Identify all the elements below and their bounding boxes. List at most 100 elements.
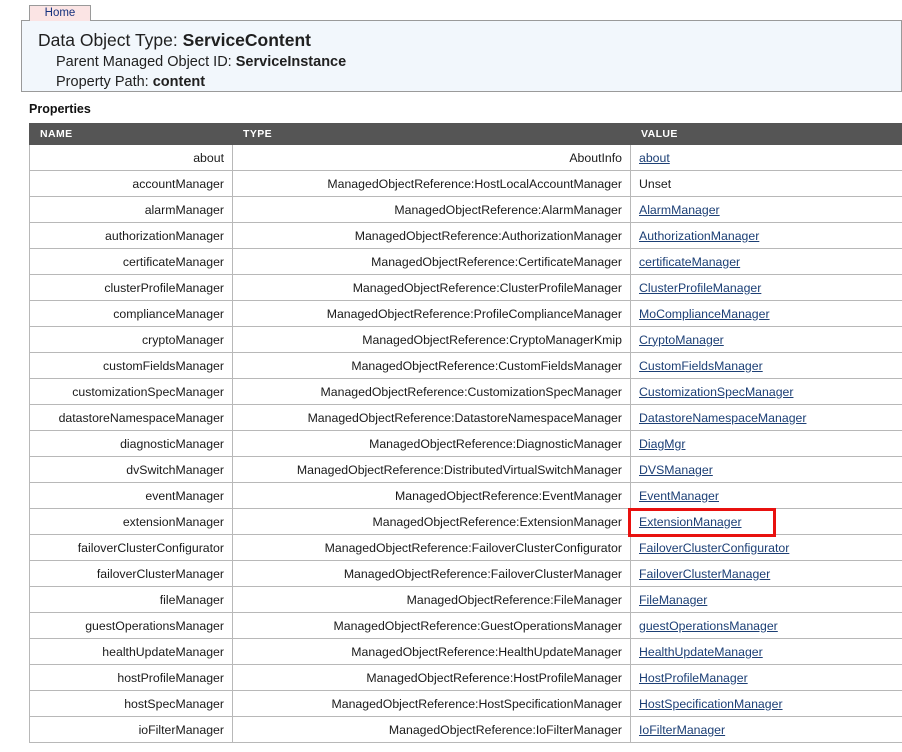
cell-property-name: hostProfileManager — [29, 664, 233, 691]
table-row: customFieldsManager ManagedObjectReferenc… — [29, 352, 902, 379]
cell-property-type: ManagedObjectReference:CustomFieldsManag… — [232, 352, 631, 379]
property-value-link[interactable]: IoFilterManager — [639, 723, 725, 737]
cell-property-value: FailoverClusterManager — [630, 560, 902, 587]
table-row: ioFilterManager ManagedObjectReference:Io… — [29, 716, 902, 743]
cell-property-name: customFieldsManager — [29, 352, 233, 379]
table-row: datastoreNamespaceManager ManagedObjectRe… — [29, 404, 902, 431]
cell-property-type: ManagedObjectReference:HostLocalAccountM… — [232, 170, 631, 197]
property-value-link[interactable]: DatastoreNamespaceManager — [639, 411, 806, 425]
table-row: about AboutInfo about — [29, 144, 902, 171]
property-value-link[interactable]: FileManager — [639, 593, 707, 607]
cell-property-value: DatastoreNamespaceManager — [630, 404, 902, 431]
tab-home[interactable]: Home — [29, 5, 91, 21]
cell-property-name: datastoreNamespaceManager — [29, 404, 233, 431]
cell-property-type: ManagedObjectReference:DistributedVirtua… — [232, 456, 631, 483]
cell-property-value: DiagMgr — [630, 430, 902, 457]
cell-property-value: CustomizationSpecManager — [630, 378, 902, 405]
table-row: extensionManager ManagedObjectReference:E… — [29, 508, 902, 535]
property-value-link[interactable]: AlarmManager — [639, 203, 720, 217]
cell-property-type: ManagedObjectReference:ProfileCompliance… — [232, 300, 631, 327]
property-value-link[interactable]: EventManager — [639, 489, 719, 503]
cell-property-value: ExtensionManager — [630, 508, 902, 535]
property-value-link[interactable]: CryptoManager — [639, 333, 724, 347]
cell-property-type: ManagedObjectReference:ClusterProfileMan… — [232, 274, 631, 301]
cell-property-type: ManagedObjectReference:ExtensionManager — [232, 508, 631, 535]
cell-property-type: ManagedObjectReference:CryptoManagerKmip — [232, 326, 631, 353]
cell-property-type: ManagedObjectReference:CertificateManage… — [232, 248, 631, 275]
properties-table-body: about AboutInfo about accountManager Managed… — [29, 144, 902, 743]
column-header-type[interactable]: TYPE — [232, 123, 631, 145]
table-row: alarmManager ManagedObjectReference:Alarm… — [29, 196, 902, 223]
property-value-link[interactable]: CustomFieldsManager — [639, 359, 763, 373]
property-value-link[interactable]: ClusterProfileManager — [639, 281, 761, 295]
table-row: healthUpdateManager ManagedObjectReferenc… — [29, 638, 902, 665]
property-value-text: Unset — [639, 176, 672, 191]
table-row: failoverClusterManager ManagedObjectRefer… — [29, 560, 902, 587]
data-object-type-line: Data Object Type: ServiceContent — [38, 29, 901, 52]
property-value-link[interactable]: MoComplianceManager — [639, 307, 770, 321]
cell-property-value: Unset — [630, 170, 902, 197]
property-value-link[interactable]: HostProfileManager — [639, 671, 748, 685]
cell-property-value: HostProfileManager — [630, 664, 902, 691]
parent-managed-object-id-value: ServiceInstance — [235, 54, 347, 70]
cell-property-type: ManagedObjectReference:AlarmManager — [232, 196, 631, 223]
property-value-link[interactable]: DVSManager — [639, 463, 713, 477]
cell-property-type: ManagedObjectReference:EventManager — [232, 482, 631, 509]
properties-table-container: NAME TYPE VALUE about AboutInfo about accou… — [29, 123, 902, 743]
cell-property-value: EventManager — [630, 482, 902, 509]
property-value-link[interactable]: FailoverClusterManager — [639, 567, 770, 581]
cell-property-name: certificateManager — [29, 248, 233, 275]
property-path-value: content — [152, 74, 206, 90]
cell-property-type: ManagedObjectReference:IoFilterManager — [232, 716, 631, 743]
property-value-link[interactable]: HostSpecificationManager — [639, 697, 783, 711]
property-path-line: Property Path: content — [38, 72, 901, 92]
property-value-link[interactable]: DiagMgr — [639, 437, 685, 451]
parent-managed-object-id-line: Parent Managed Object ID: ServiceInstanc… — [38, 52, 901, 72]
table-row: authorizationManager ManagedObjectReferen… — [29, 222, 902, 249]
cell-property-type: ManagedObjectReference:CustomizationSpec… — [232, 378, 631, 405]
property-value-link[interactable]: FailoverClusterConfigurator — [639, 541, 789, 555]
property-value-link[interactable]: guestOperationsManager — [639, 619, 778, 633]
table-row: certificateManager ManagedObjectReference… — [29, 248, 902, 275]
cell-property-value: AlarmManager — [630, 196, 902, 223]
cell-property-value: MoComplianceManager — [630, 300, 902, 327]
cell-property-name: guestOperationsManager — [29, 612, 233, 639]
data-object-type-value: ServiceContent — [182, 30, 312, 50]
cell-property-name: alarmManager — [29, 196, 233, 223]
table-row: dvSwitchManager ManagedObjectReference:Di… — [29, 456, 902, 483]
cell-property-type: ManagedObjectReference:DiagnosticManager — [232, 430, 631, 457]
property-value-link[interactable]: AuthorizationManager — [639, 229, 759, 243]
cell-property-name: hostSpecManager — [29, 690, 233, 717]
column-header-name[interactable]: NAME — [29, 123, 233, 145]
cell-property-name: healthUpdateManager — [29, 638, 233, 665]
cell-property-name: extensionManager — [29, 508, 233, 535]
property-value-link[interactable]: certificateManager — [639, 255, 740, 269]
table-row: diagnosticManager ManagedObjectReference:… — [29, 430, 902, 457]
cell-property-name: failoverClusterManager — [29, 560, 233, 587]
property-value-link[interactable]: CustomizationSpecManager — [639, 385, 793, 399]
cell-property-value: FileManager — [630, 586, 902, 613]
cell-property-type: ManagedObjectReference:HostSpecification… — [232, 690, 631, 717]
table-row: eventManager ManagedObjectReference:Event… — [29, 482, 902, 509]
cell-property-type: ManagedObjectReference:DatastoreNamespac… — [232, 404, 631, 431]
cell-property-name: failoverClusterConfigurator — [29, 534, 233, 561]
cell-property-type: AboutInfo — [232, 144, 631, 171]
cell-property-type: ManagedObjectReference:GuestOperationsMa… — [232, 612, 631, 639]
property-value-link[interactable]: HealthUpdateManager — [639, 645, 763, 659]
cell-property-value: ClusterProfileManager — [630, 274, 902, 301]
cell-property-value: DVSManager — [630, 456, 902, 483]
cell-property-value: HostSpecificationManager — [630, 690, 902, 717]
cell-property-name: customizationSpecManager — [29, 378, 233, 405]
cell-property-value: CryptoManager — [630, 326, 902, 353]
cell-property-value: guestOperationsManager — [630, 612, 902, 639]
cell-property-name: eventManager — [29, 482, 233, 509]
data-object-type-label: Data Object Type: — [38, 30, 178, 50]
cell-property-name: authorizationManager — [29, 222, 233, 249]
cell-property-type: ManagedObjectReference:FileManager — [232, 586, 631, 613]
property-value-link[interactable]: about — [639, 151, 670, 165]
column-header-value[interactable]: VALUE — [630, 123, 902, 145]
cell-property-name: cryptoManager — [29, 326, 233, 353]
tab-strip: Home — [0, 0, 902, 21]
cell-property-name: clusterProfileManager — [29, 274, 233, 301]
property-value-link[interactable]: ExtensionManager — [639, 515, 742, 529]
